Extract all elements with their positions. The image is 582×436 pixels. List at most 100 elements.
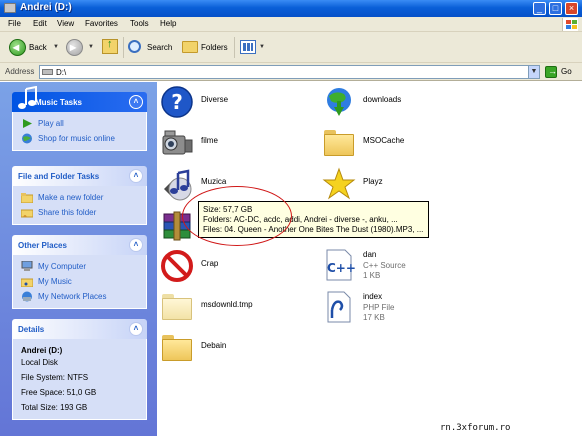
menu-help[interactable]: Help <box>160 19 176 28</box>
menu-file[interactable]: File <box>8 19 21 28</box>
folders-icon[interactable] <box>182 41 198 53</box>
file-item[interactable]: C++ dan C++ Source 1 KB <box>322 248 442 284</box>
my-computer-link[interactable]: My Computer <box>21 259 138 274</box>
panel-title: Other Places <box>18 241 67 250</box>
share-folder-link[interactable]: Share this folder <box>21 205 138 220</box>
file-item[interactable]: downloads <box>322 85 442 119</box>
go-button[interactable]: Go <box>561 67 572 76</box>
forward-arrow-icon[interactable]: ▸ <box>66 39 83 56</box>
panel-body: Play all Shop for music online <box>12 112 147 151</box>
music-folder-icon <box>164 169 192 201</box>
my-music-link[interactable]: My Music <box>21 274 138 289</box>
folders-button[interactable]: Folders <box>201 38 228 57</box>
play-all-link[interactable]: Play all <box>21 116 138 131</box>
file-name: Muzica <box>201 177 227 186</box>
menu-tools[interactable]: Tools <box>130 19 149 28</box>
folder-icon <box>160 331 194 365</box>
address-bar: Address D:\ ▼ → Go <box>0 63 582 81</box>
search-icon[interactable] <box>128 40 141 53</box>
window-title: Andrei (D:) <box>20 2 72 13</box>
cpp-file-icon: C++ <box>326 249 356 281</box>
network-icon <box>22 291 32 302</box>
panel-item-label: My Music <box>38 277 72 286</box>
address-dropdown-button[interactable]: ▼ <box>528 65 540 79</box>
menu-view[interactable]: View <box>57 19 74 28</box>
collapse-chevron-icon[interactable]: ˄ <box>129 238 143 252</box>
panel-item-label: My Computer <box>38 262 87 271</box>
make-new-folder-link[interactable]: Make a new folder <box>21 190 138 205</box>
file-item[interactable]: msdownld.tmp <box>160 290 280 324</box>
php-file-icon <box>327 291 351 323</box>
file-name: Diverse <box>201 95 229 104</box>
svg-text:?: ? <box>171 90 183 114</box>
views-dropdown-icon[interactable]: ▼ <box>259 44 265 50</box>
music-tasks-panel: Music Tasks ˄ Play all Shop for music on… <box>12 86 147 151</box>
minimize-button[interactable]: _ <box>533 2 546 15</box>
file-name: dan <box>363 250 377 259</box>
search-button[interactable]: Search <box>147 38 172 57</box>
views-icon[interactable] <box>240 40 256 54</box>
toolbar: ◂ Back ▼ ▸ ▼ ↑ Search Folders ▼ <box>0 32 582 63</box>
details-total-size: Total Size: 193 GB <box>21 403 88 412</box>
shop-music-link[interactable]: Shop for music online <box>21 131 138 146</box>
svg-text:C++: C++ <box>327 261 356 275</box>
forbidden-icon <box>161 250 193 282</box>
address-input[interactable]: D:\ <box>39 65 540 79</box>
up-folder-icon[interactable]: ↑ <box>102 38 118 54</box>
details-type: Local Disk <box>21 358 58 367</box>
file-item[interactable]: index PHP File 17 KB <box>322 290 442 328</box>
details-header[interactable]: Details ˄ <box>12 319 147 339</box>
details-free-space: Free Space: 51,0 GB <box>21 388 97 397</box>
folder-icon <box>160 290 194 324</box>
back-arrow-icon[interactable]: ◂ <box>9 39 26 56</box>
file-item[interactable]: filme <box>160 126 280 160</box>
file-folder-tasks-header[interactable]: File and Folder Tasks ˄ <box>12 166 147 186</box>
watermark: rn.3xforum.ro <box>410 422 582 436</box>
camcorder-icon <box>162 130 193 155</box>
computer-icon <box>21 261 33 271</box>
panel-body: Make a new folder Share this folder <box>12 186 147 225</box>
file-item[interactable]: Playz <box>322 167 442 201</box>
globe-icon <box>22 133 32 144</box>
annotation-circle <box>182 186 292 246</box>
file-item[interactable]: MSOCache <box>322 126 442 160</box>
details-name: Andrei (D:) <box>21 346 63 355</box>
panel-item-label: Make a new folder <box>38 193 104 202</box>
back-dropdown-icon[interactable]: ▼ <box>53 44 59 50</box>
file-item[interactable]: Debain <box>160 331 280 365</box>
task-pane: Music Tasks ˄ Play all Shop for music on… <box>0 82 157 436</box>
forward-dropdown-icon[interactable]: ▼ <box>88 44 94 50</box>
maximize-button[interactable]: □ <box>549 2 562 15</box>
collapse-chevron-icon[interactable]: ˄ <box>129 322 143 336</box>
panel-item-label: Shop for music online <box>38 134 115 143</box>
file-list[interactable]: ? Diverse downloads filme MSOCache Muzic… <box>157 82 582 436</box>
file-name: MSOCache <box>363 136 405 145</box>
back-button[interactable]: Back <box>29 38 47 57</box>
other-places-panel: Other Places ˄ My Computer My Music My N… <box>12 235 147 309</box>
details-panel: Details ˄ Andrei (D:) Local Disk File Sy… <box>12 319 147 420</box>
panel-title: Music Tasks <box>35 98 82 107</box>
watermark-text: rn.3xforum.ro <box>440 423 511 433</box>
file-item[interactable]: ? Diverse <box>160 85 280 119</box>
file-name: Playz <box>363 177 383 186</box>
toolbar-separator <box>123 37 124 58</box>
panel-title: Details <box>18 325 45 334</box>
go-arrow-icon[interactable]: → <box>545 66 557 78</box>
share-folder-icon <box>21 209 33 218</box>
menu-favorites[interactable]: Favorites <box>85 19 118 28</box>
other-places-header[interactable]: Other Places ˄ <box>12 235 147 255</box>
panel-body: My Computer My Music My Network Places <box>12 255 147 309</box>
title-bar[interactable]: Andrei (D:) _ □ × <box>0 0 582 17</box>
help-icon: ? <box>161 86 193 118</box>
music-folder-icon <box>21 278 33 287</box>
menu-edit[interactable]: Edit <box>33 19 47 28</box>
my-network-places-link[interactable]: My Network Places <box>21 289 138 304</box>
close-button[interactable]: × <box>565 2 578 15</box>
address-value: D:\ <box>56 68 67 77</box>
panel-title: File and Folder Tasks <box>18 172 100 181</box>
file-name: index <box>363 292 383 301</box>
collapse-chevron-icon[interactable]: ˄ <box>129 95 143 109</box>
collapse-chevron-icon[interactable]: ˄ <box>129 169 143 183</box>
music-tasks-header[interactable]: Music Tasks ˄ <box>12 86 147 112</box>
file-item[interactable]: Crap <box>160 249 280 283</box>
